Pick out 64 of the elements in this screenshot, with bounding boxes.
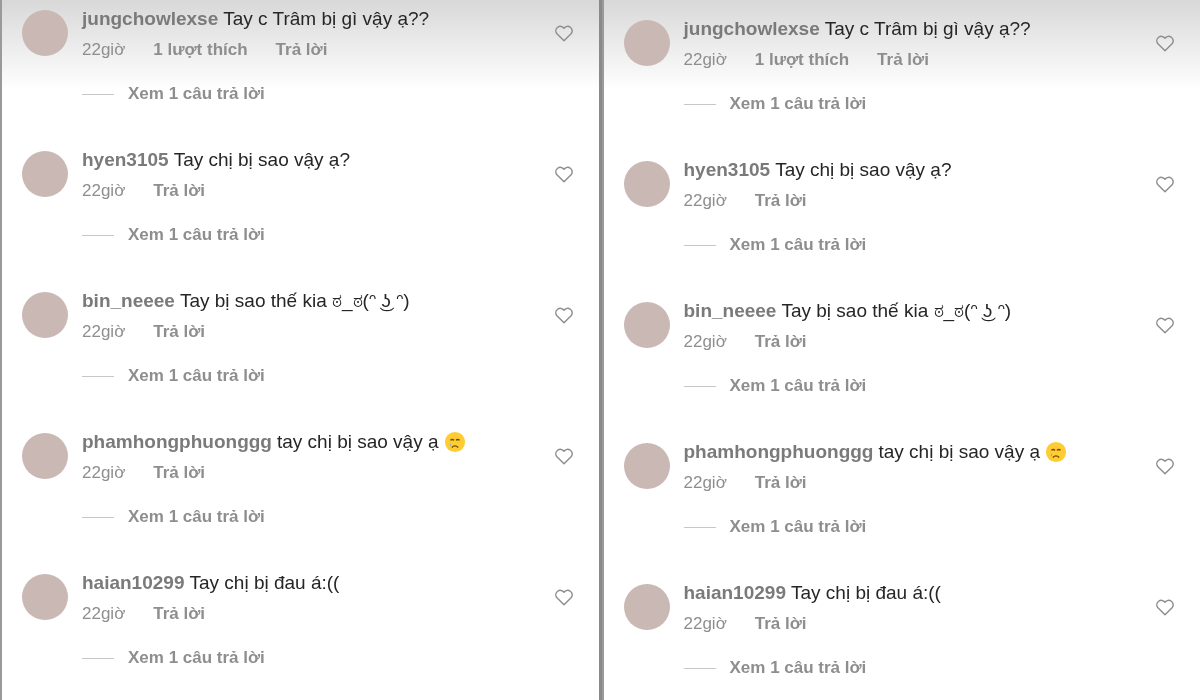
username[interactable]: haian10299 bbox=[82, 572, 185, 594]
avatar[interactable] bbox=[22, 151, 68, 197]
username[interactable]: jungchowlexse bbox=[683, 18, 820, 40]
comment-text: Tay chị bị đau á:(( bbox=[189, 572, 340, 594]
view-replies-link[interactable]: Xem 1 câu trả lời bbox=[729, 376, 867, 396]
reply-link[interactable]: Trả lời bbox=[877, 50, 929, 70]
like-count[interactable]: 1 lượt thích bbox=[153, 40, 248, 60]
reply-link[interactable]: Trả lời bbox=[754, 332, 807, 352]
view-replies-link[interactable]: Xem 1 câu trả lời bbox=[128, 648, 265, 668]
view-replies-link[interactable]: Xem 1 câu trả lời bbox=[128, 84, 265, 104]
view-replies-link[interactable]: Xem 1 câu trả lời bbox=[128, 225, 265, 245]
comment-time: 22giờ bbox=[683, 332, 727, 352]
avatar[interactable] bbox=[22, 292, 68, 338]
comment-time: 22giờ bbox=[82, 181, 126, 201]
reply-link[interactable]: Trả lời bbox=[754, 473, 807, 493]
comment-time: 22giờ bbox=[82, 463, 126, 483]
comment-text: Tay bị sao thế kia ಠ_ಠ(ᵔ ͜ʖ ᵔ) bbox=[179, 290, 410, 312]
username[interactable]: bin_neeee bbox=[683, 300, 777, 322]
view-replies-link[interactable]: Xem 1 câu trả lời bbox=[729, 517, 867, 537]
reply-link[interactable]: Trả lời bbox=[153, 463, 206, 483]
reply-link[interactable]: Trả lời bbox=[153, 181, 206, 201]
avatar[interactable] bbox=[623, 584, 670, 630]
comment-time: 22giờ bbox=[683, 614, 727, 634]
avatar[interactable] bbox=[22, 10, 68, 56]
avatar[interactable] bbox=[623, 161, 670, 207]
like-count[interactable]: 1 lượt thích bbox=[754, 50, 850, 70]
reply-link[interactable]: Trả lời bbox=[153, 604, 206, 624]
comment-text: Tay bị sao thế kia ಠ_ಠ(ᵔ ͜ʖ ᵔ) bbox=[781, 300, 1012, 322]
username[interactable]: haian10299 bbox=[683, 582, 786, 604]
view-replies-link[interactable]: Xem 1 câu trả lời bbox=[729, 658, 867, 678]
username[interactable]: bin_neeee bbox=[82, 290, 175, 312]
view-replies-link[interactable]: Xem 1 câu trả lời bbox=[128, 366, 265, 386]
comment-time: 22giờ bbox=[82, 40, 126, 60]
view-replies-link[interactable]: Xem 1 câu trả lời bbox=[729, 235, 867, 255]
crying-face-icon bbox=[1045, 441, 1068, 463]
comment-text: Tay chị bị sao vậy ạ? bbox=[173, 149, 350, 171]
comment-text: Tay chị bị đau á:(( bbox=[790, 582, 941, 604]
avatar[interactable] bbox=[623, 302, 670, 348]
username[interactable]: phamhongphuonggg bbox=[82, 431, 272, 453]
comment-time: 22giờ bbox=[82, 604, 126, 624]
avatar[interactable] bbox=[623, 20, 670, 66]
username[interactable]: phamhongphuonggg bbox=[683, 441, 874, 463]
reply-link[interactable]: Trả lời bbox=[275, 40, 328, 60]
comment-time: 22giờ bbox=[683, 50, 727, 70]
reply-link[interactable]: Trả lời bbox=[754, 191, 807, 211]
reply-link[interactable]: Trả lời bbox=[153, 322, 206, 342]
comment-time: 22giờ bbox=[683, 473, 727, 493]
username[interactable]: hyen3105 bbox=[82, 149, 169, 171]
avatar[interactable] bbox=[22, 574, 68, 620]
comment-text: tay chị bị sao vậy ạ bbox=[878, 441, 1041, 463]
comment-time: 22giờ bbox=[82, 322, 126, 342]
crying-face-icon bbox=[443, 431, 466, 453]
comment-text: Tay chị bị sao vậy ạ? bbox=[775, 159, 952, 181]
username[interactable]: jungchowlexse bbox=[82, 8, 219, 30]
avatar[interactable] bbox=[22, 433, 68, 479]
avatar[interactable] bbox=[623, 443, 670, 489]
reply-link[interactable]: Trả lời bbox=[754, 614, 807, 634]
comment-text: Tay c Trâm bị gì vậy ạ?? bbox=[223, 8, 430, 30]
comment-time: 22giờ bbox=[683, 191, 727, 211]
view-replies-link[interactable]: Xem 1 câu trả lời bbox=[128, 507, 265, 527]
comment-text: tay chị bị sao vậy ạ bbox=[276, 431, 439, 453]
view-replies-link[interactable]: Xem 1 câu trả lời bbox=[729, 94, 867, 114]
comment-text: Tay c Trâm bị gì vậy ạ?? bbox=[824, 18, 1031, 40]
username[interactable]: hyen3105 bbox=[683, 159, 771, 181]
